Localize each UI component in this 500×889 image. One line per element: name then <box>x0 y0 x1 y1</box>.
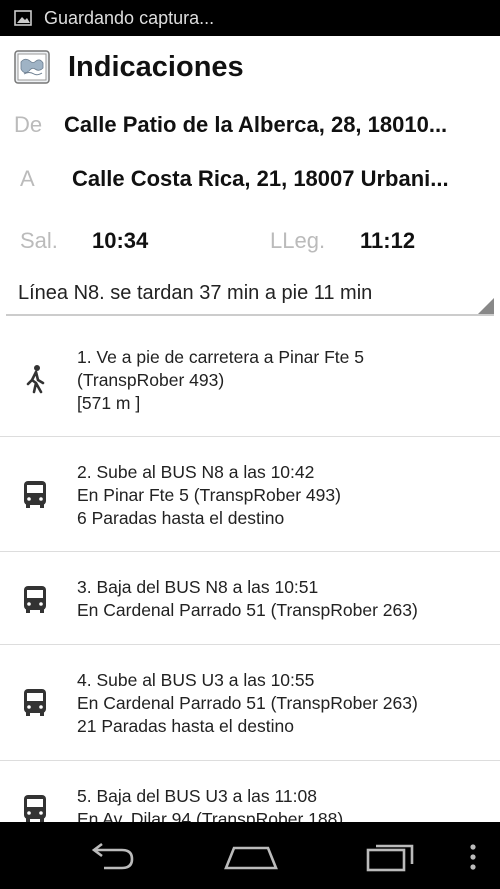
step-line: En Av. Dilar 94 (TranspRober 188) <box>77 809 344 822</box>
route-option-value: Línea N8. se tardan 37 min a pie 11 min <box>18 282 373 304</box>
arrive-label: LLeg. <box>270 228 326 253</box>
step-line: En Pinar Fte 5 (TranspRober 493) <box>77 485 341 505</box>
screenshot-icon <box>14 10 32 26</box>
depart-label: Sal. <box>20 228 58 253</box>
navigation-bar <box>0 822 500 889</box>
to-address: Calle Costa Rica, 21, 18007 Urbani... <box>72 166 449 191</box>
dropdown-arrow-icon <box>478 298 494 314</box>
overflow-menu-icon[interactable] <box>468 842 478 872</box>
to-row: A Calle Costa Rica, 21, 18007 Urbani... <box>0 158 500 200</box>
map-icon[interactable] <box>14 50 50 84</box>
route-option-select[interactable]: Línea N8. se tardan 37 min a pie 11 min <box>0 272 500 318</box>
step-line: 21 Paradas hasta el destino <box>77 716 294 736</box>
arrive-time: 11:12 <box>360 228 416 253</box>
bus-icon <box>24 795 46 822</box>
directions-list[interactable]: 1. Ve a pie de carretera a Pinar Fte 5 (… <box>0 322 500 822</box>
list-item[interactable]: 5. Baja del BUS U3 a las 11:08 En Av. Di… <box>0 761 500 822</box>
to-label: A <box>20 166 35 191</box>
back-icon[interactable] <box>86 842 136 872</box>
step-line: 4. Sube al BUS U3 a las 10:55 <box>77 670 315 690</box>
bus-icon <box>24 481 46 508</box>
list-item[interactable]: 4. Sube al BUS U3 a las 10:55 En Cardena… <box>0 645 500 761</box>
step-line: 1. Ve a pie de carretera a Pinar Fte 5 <box>77 347 364 367</box>
times-row: Sal. 10:34 LLeg. 11:12 <box>0 220 500 262</box>
recents-icon[interactable] <box>364 842 416 872</box>
step-line: En Cardenal Parrado 51 (TranspRober 263) <box>77 693 418 713</box>
step-line: (TranspRober 493) <box>77 370 225 390</box>
status-text: Guardando captura... <box>44 7 215 28</box>
bus-icon <box>24 689 46 716</box>
from-label: De <box>14 112 43 137</box>
list-item[interactable]: 1. Ve a pie de carretera a Pinar Fte 5 (… <box>0 322 500 437</box>
divider <box>6 314 494 316</box>
step-line: 5. Baja del BUS U3 a las 11:08 <box>77 786 317 806</box>
step-line: [571 m ] <box>77 393 141 413</box>
page-title: Indicaciones <box>68 50 244 83</box>
step-line: 6 Paradas hasta el destino <box>77 508 285 528</box>
walk-icon <box>26 365 45 394</box>
step-line: 2. Sube al BUS N8 a las 10:42 <box>77 462 315 482</box>
depart-time: 10:34 <box>92 228 149 253</box>
list-item[interactable]: 2. Sube al BUS N8 a las 10:42 En Pinar F… <box>0 437 500 552</box>
from-address: Calle Patio de la Alberca, 28, 18010... <box>64 112 448 137</box>
list-item[interactable]: 3. Baja del BUS N8 a las 10:51 En Carden… <box>0 552 500 645</box>
step-line: 3. Baja del BUS N8 a las 10:51 <box>77 577 319 597</box>
from-row: De Calle Patio de la Alberca, 28, 18010.… <box>0 104 500 146</box>
home-icon[interactable] <box>224 842 278 872</box>
step-line: En Cardenal Parrado 51 (TranspRober 263) <box>77 600 418 620</box>
status-bar: Guardando captura... <box>0 0 500 36</box>
bus-icon <box>24 586 46 613</box>
action-bar: Indicaciones <box>0 36 500 98</box>
